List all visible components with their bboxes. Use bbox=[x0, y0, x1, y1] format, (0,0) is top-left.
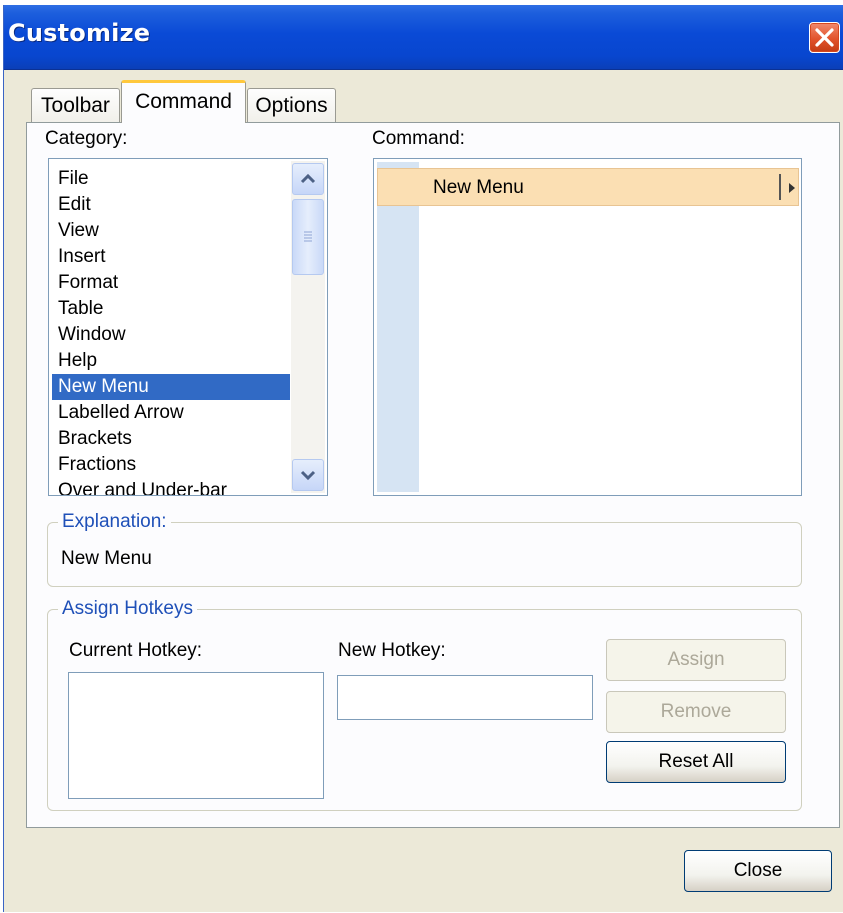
chevron-up-icon bbox=[300, 173, 316, 184]
category-item-format[interactable]: Format bbox=[52, 270, 290, 296]
command-item-label: New Menu bbox=[433, 177, 524, 198]
close-button[interactable]: Close bbox=[684, 850, 832, 892]
tab-options[interactable]: Options bbox=[247, 88, 336, 122]
tab-command[interactable]: Command bbox=[121, 80, 246, 123]
current-hotkey-list[interactable] bbox=[68, 672, 324, 799]
icon-gutter bbox=[377, 162, 419, 492]
category-item-window[interactable]: Window bbox=[52, 322, 290, 348]
category-item-view[interactable]: View bbox=[52, 218, 290, 244]
submenu-arrow-icon bbox=[789, 183, 795, 193]
command-item-new-menu[interactable]: New Menu bbox=[377, 168, 799, 206]
new-hotkey-input[interactable] bbox=[337, 675, 593, 720]
scroll-down-button[interactable] bbox=[292, 459, 324, 491]
category-item-fractions[interactable]: Fractions bbox=[52, 452, 290, 478]
scroll-thumb[interactable] bbox=[292, 199, 324, 275]
category-item-new-menu[interactable]: New Menu bbox=[52, 374, 290, 400]
grip-icon bbox=[304, 231, 312, 242]
category-item-edit[interactable]: Edit bbox=[52, 192, 290, 218]
category-item-file[interactable]: File bbox=[52, 166, 290, 192]
category-item-over-under-bar[interactable]: Over and Under-bar bbox=[52, 478, 290, 495]
explanation-legend: Explanation: bbox=[62, 511, 167, 532]
title-bar[interactable]: Customize bbox=[4, 5, 843, 70]
close-icon bbox=[815, 28, 834, 47]
category-scrollbar[interactable] bbox=[291, 161, 325, 493]
tab-toolbar[interactable]: Toolbar bbox=[31, 88, 120, 122]
command-label: Command: bbox=[372, 128, 465, 149]
explanation-text: New Menu bbox=[61, 548, 152, 569]
chevron-down-icon bbox=[300, 470, 316, 481]
reset-all-button[interactable]: Reset All bbox=[606, 741, 786, 783]
close-window-button[interactable] bbox=[809, 22, 840, 53]
category-listbox[interactable]: File Edit View Insert Format Table Windo… bbox=[48, 158, 328, 496]
new-hotkey-label: New Hotkey: bbox=[338, 640, 446, 661]
customize-dialog: Customize Toolbar Command Options Catego… bbox=[3, 5, 843, 912]
submenu-separator bbox=[779, 174, 781, 200]
category-item-brackets[interactable]: Brackets bbox=[52, 426, 290, 452]
category-item-labelled-arrow[interactable]: Labelled Arrow bbox=[52, 400, 290, 426]
assign-hotkeys-legend: Assign Hotkeys bbox=[62, 598, 193, 619]
window-title: Customize bbox=[8, 19, 151, 47]
category-item-table[interactable]: Table bbox=[52, 296, 290, 322]
category-item-help[interactable]: Help bbox=[52, 348, 290, 374]
remove-button[interactable]: Remove bbox=[606, 691, 786, 733]
command-menu-list[interactable]: New Menu bbox=[373, 158, 802, 496]
category-label: Category: bbox=[45, 128, 128, 149]
category-item-insert[interactable]: Insert bbox=[52, 244, 290, 270]
current-hotkey-label: Current Hotkey: bbox=[69, 640, 203, 661]
explanation-group: Explanation: bbox=[47, 511, 802, 587]
scroll-up-button[interactable] bbox=[292, 163, 324, 195]
assign-button[interactable]: Assign bbox=[606, 639, 786, 681]
